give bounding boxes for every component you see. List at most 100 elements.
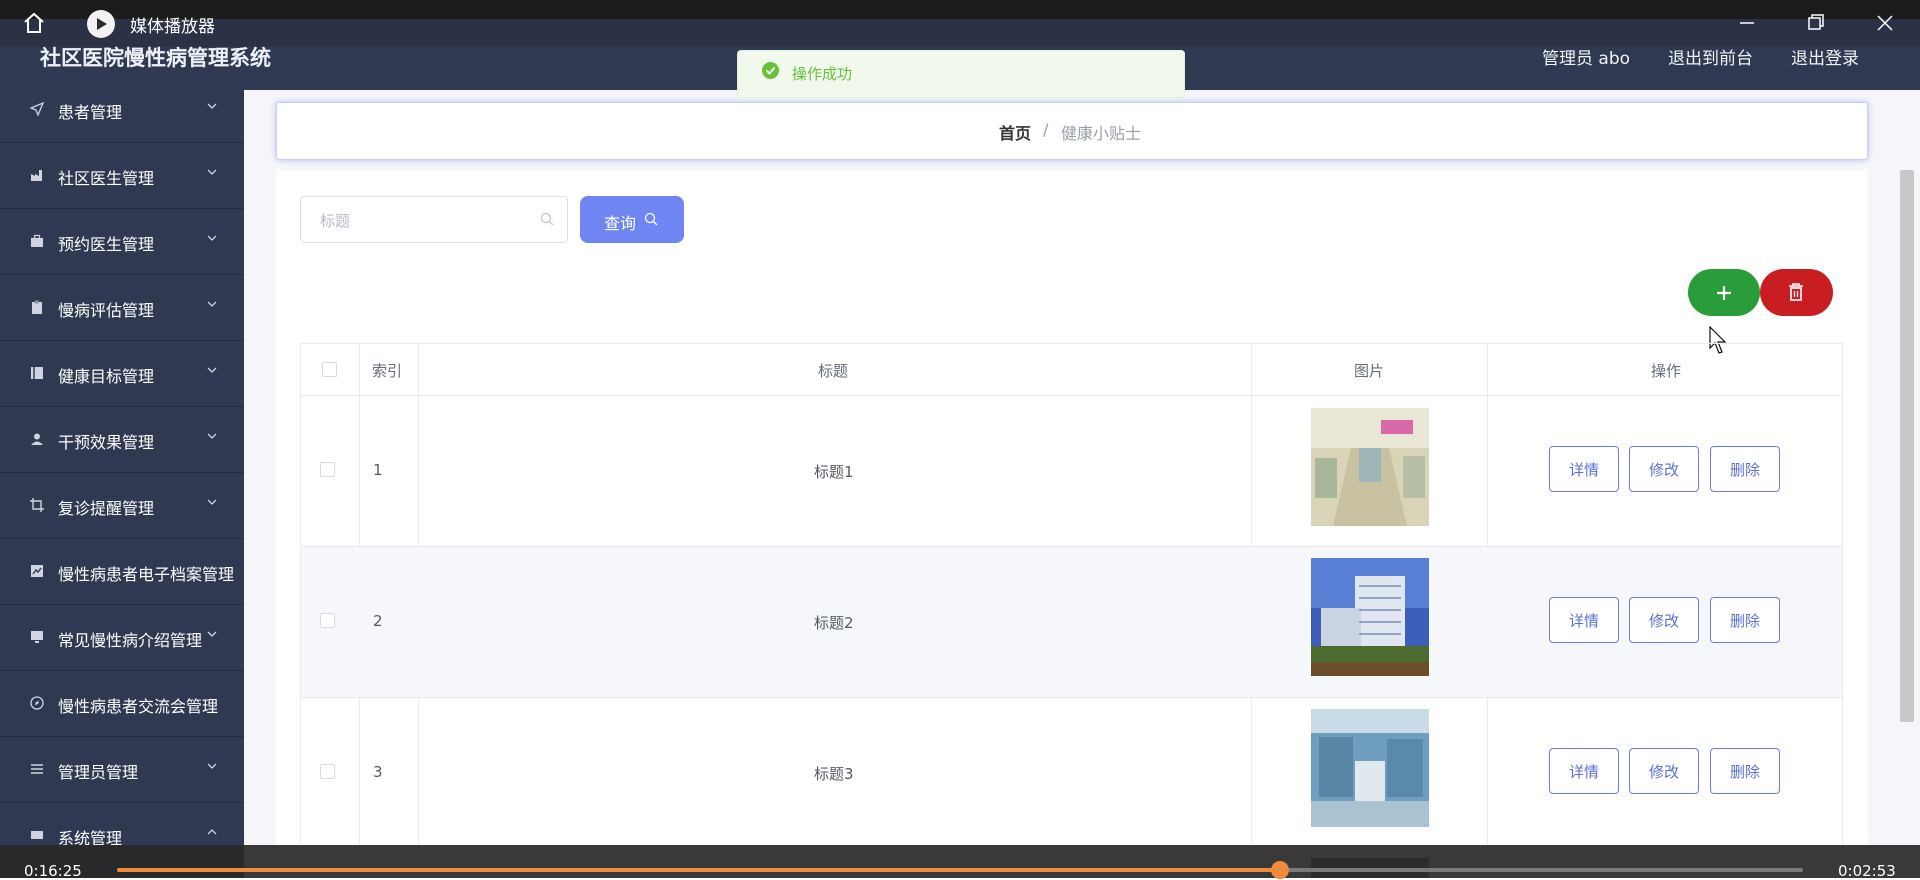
hospital-building-thumbnail[interactable] [1311, 558, 1429, 676]
sidebar-item-label: 健康目标管理 [58, 367, 155, 386]
paper-plane-icon [30, 102, 44, 116]
clipboard-icon [32, 300, 42, 314]
delete-button[interactable]: 删除 [1710, 446, 1780, 492]
detail-button[interactable]: 详情 [1549, 748, 1619, 794]
row-title: 标题2 [814, 614, 854, 632]
edit-button[interactable]: 修改 [1629, 597, 1699, 643]
batch-delete-button[interactable] [1760, 269, 1833, 316]
sidebar-item-patient-meetings[interactable]: 慢性病患者交流会管理 [0, 671, 244, 737]
delete-button-label: 删除 [1729, 461, 1760, 479]
breadcrumb-separator: / [1043, 120, 1049, 139]
sidebar-item-chronic-assessment[interactable]: 慢病评估管理 [0, 275, 244, 341]
settings-icon [31, 831, 43, 839]
delete-button-label: 删除 [1729, 763, 1760, 781]
user-icon [31, 433, 43, 445]
row-title: 标题3 [814, 765, 854, 783]
trash-icon [1789, 283, 1803, 301]
sidebar-item-label: 慢性病患者电子档案管理 [58, 565, 235, 584]
chevron-down-icon [207, 499, 217, 505]
toast-message: 操作成功 [792, 65, 853, 83]
check-circle-icon [762, 62, 779, 79]
detail-button[interactable]: 详情 [1549, 446, 1619, 492]
close-icon[interactable] [1872, 12, 1898, 34]
row-title: 标题1 [814, 463, 854, 481]
monitor-icon [31, 631, 43, 643]
minimize-icon[interactable] [1734, 12, 1760, 34]
breadcrumb-home[interactable]: 首页 [999, 120, 1031, 144]
sidebar-item-intervention-effect[interactable]: 干预效果管理 [0, 407, 244, 473]
sidebar-item-patient-records[interactable]: 慢性病患者电子档案管理 [0, 539, 244, 605]
briefcase-icon [31, 234, 43, 247]
delete-button[interactable]: 删除 [1710, 597, 1780, 643]
search-icon [540, 212, 554, 226]
edit-button-label: 修改 [1648, 461, 1679, 479]
edit-button[interactable]: 修改 [1629, 446, 1699, 492]
sidebar-item-label: 慢性病患者交流会管理 [58, 697, 219, 716]
sidebar-item-label: 社区医生管理 [58, 169, 155, 188]
add-button[interactable] [1688, 269, 1760, 316]
delete-button-label: 删除 [1729, 612, 1760, 630]
app-title: 社区医院慢性病管理系统 [40, 46, 271, 70]
sidebar-item-label: 管理员管理 [58, 763, 139, 782]
row-index: 2 [373, 612, 383, 630]
back-to-frontend-link[interactable]: 退出到前台 [1668, 44, 1753, 69]
query-button-label: 查询 [604, 214, 637, 233]
chevron-down-icon [207, 433, 217, 439]
compass-icon [30, 696, 44, 710]
operating-room-thumbnail[interactable] [1311, 709, 1429, 827]
notebook-icon [31, 367, 43, 379]
sidebar-item-disease-intro[interactable]: 常见慢性病介绍管理 [0, 605, 244, 671]
edit-button[interactable]: 修改 [1629, 748, 1699, 794]
hospital-corridor-thumbnail[interactable] [1311, 408, 1429, 526]
row-index: 1 [373, 461, 383, 479]
crop-icon [30, 498, 44, 512]
seek-bar-progress [117, 868, 1280, 872]
detail-button-label: 详情 [1568, 612, 1599, 630]
sidebar-item-community-doctors[interactable]: 社区医生管理 [0, 143, 244, 209]
title-bar-band [0, 19, 1920, 47]
media-player-logo-icon [87, 10, 115, 38]
restore-icon[interactable] [1802, 12, 1828, 34]
sidebar-item-label: 预约医生管理 [58, 235, 155, 254]
search-icon [644, 212, 658, 226]
row-checkbox[interactable] [320, 613, 335, 628]
breadcrumb-current: 健康小贴士 [1061, 124, 1142, 143]
chevron-down-icon [207, 103, 217, 109]
delete-button[interactable]: 删除 [1710, 748, 1780, 794]
player-control-bar [0, 845, 1920, 878]
row-checkbox[interactable] [320, 764, 335, 779]
chevron-down-icon [207, 235, 217, 241]
sidebar-item-health-goals[interactable]: 健康目标管理 [0, 341, 244, 407]
vertical-scrollbar[interactable] [1900, 170, 1914, 722]
chevron-up-icon [207, 829, 217, 835]
sidebar-item-label: 慢病评估管理 [58, 301, 155, 320]
sidebar-item-appointment-doctors[interactable]: 预约医生管理 [0, 209, 244, 275]
sidebar-item-label: 患者管理 [58, 103, 123, 122]
chart-icon [31, 565, 43, 577]
select-all-checkbox[interactable] [322, 362, 337, 377]
list-icon [31, 764, 43, 774]
seek-handle[interactable] [1271, 861, 1289, 879]
factory-icon [31, 170, 42, 181]
plus-icon [1717, 286, 1731, 300]
row-checkbox[interactable] [320, 462, 335, 477]
sidebar-item-label: 干预效果管理 [58, 433, 155, 452]
edit-button-label: 修改 [1648, 763, 1679, 781]
sidebar: 患者管理 社区医生管理 预约医生管理 慢病评估管理 健康目标管理 干预效果管理 … [0, 90, 244, 878]
home-icon[interactable] [20, 9, 52, 41]
detail-button[interactable]: 详情 [1549, 597, 1619, 643]
chevron-down-icon [207, 367, 217, 373]
row-index: 3 [373, 763, 383, 781]
admin-user: 管理员 abo [1542, 49, 1631, 69]
chevron-down-icon [207, 301, 217, 307]
sidebar-item-admin[interactable]: 管理员管理 [0, 737, 244, 803]
elapsed-time: 0:16:25 [24, 862, 82, 880]
detail-button-label: 详情 [1568, 461, 1599, 479]
detail-button-label: 详情 [1568, 763, 1599, 781]
player-title-bar [0, 0, 1920, 19]
logout-link[interactable]: 退出登录 [1791, 44, 1859, 69]
chevron-down-icon [207, 169, 217, 175]
sidebar-item-revisit-reminder[interactable]: 复诊提醒管理 [0, 473, 244, 539]
chevron-down-icon [207, 631, 217, 637]
search-placeholder: 标题 [320, 212, 351, 230]
